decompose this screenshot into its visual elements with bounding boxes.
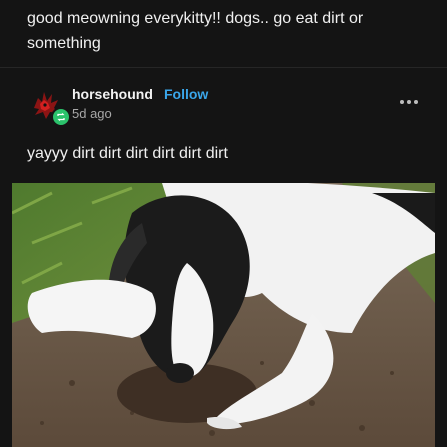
dog-digging-dirt-photo[interactable] xyxy=(12,183,435,447)
photo-illustration xyxy=(12,183,435,447)
reblog-post-text: yayyy dirt dirt dirt dirt dirt dirt xyxy=(27,145,228,162)
follow-button[interactable]: Follow xyxy=(164,86,208,102)
reblog-icon xyxy=(51,107,71,127)
original-post-text: good meowning everykitty!! dogs.. go eat… xyxy=(27,10,364,52)
username[interactable]: horsehound xyxy=(72,86,153,102)
reblog-header: horsehound Follow 5d ago xyxy=(0,80,447,128)
more-dots-icon[interactable] xyxy=(399,94,419,104)
post-divider xyxy=(0,67,447,68)
timestamp[interactable]: 5d ago xyxy=(72,106,112,121)
